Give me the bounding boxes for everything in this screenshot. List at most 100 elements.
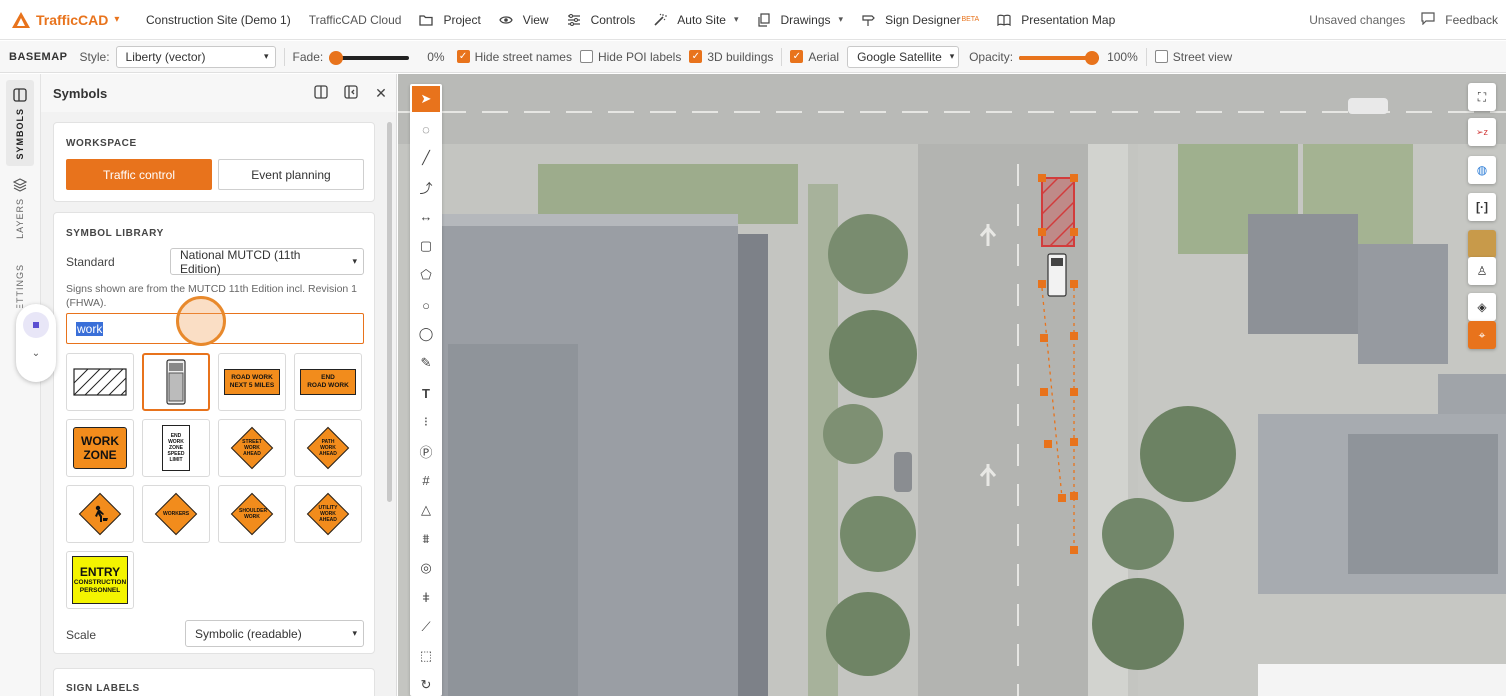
aerial-checkbox[interactable]: ✓ Aerial: [790, 50, 839, 64]
globe-icon[interactable]: ◍: [1468, 156, 1496, 184]
sign-icon: [861, 13, 875, 27]
menu-drawings[interactable]: Drawings ▾: [748, 0, 853, 40]
symbol-tile-shoulder-work[interactable]: SHOULDER WORK: [218, 485, 286, 543]
line-tool-icon[interactable]: ╱: [412, 145, 440, 171]
target-tool-icon[interactable]: ◎: [412, 555, 440, 581]
symbol-tile-entry-construction[interactable]: ENTRY CONSTRUCTION PERSONNEL: [66, 551, 134, 609]
pencil-tool-icon[interactable]: ✎: [412, 350, 440, 376]
symbol-tile-work-vehicle[interactable]: [142, 353, 210, 411]
symbol-tile-path-work-ahead[interactable]: PATH WORK AHEAD: [294, 419, 362, 477]
lasso-tool-icon[interactable]: ◌: [412, 116, 440, 142]
dimension-tool-icon[interactable]: ↔: [412, 203, 440, 229]
menu-presentation-map[interactable]: Presentation Map: [988, 0, 1124, 40]
entry-construction-sign: ENTRY CONSTRUCTION PERSONNEL: [72, 556, 128, 604]
chevron-down-icon: ▾: [264, 51, 269, 61]
symbol-tile-utility-work-ahead[interactable]: UTILITY WORK AHEAD: [294, 485, 362, 543]
aerial-source-select[interactable]: Google Satellite ▾: [847, 45, 960, 68]
measure-tool-icon[interactable]: ⟋: [412, 614, 440, 640]
collapse-panel-icon[interactable]: [336, 84, 366, 102]
feedback-button[interactable]: Feedback: [1421, 11, 1498, 28]
street-view-checkbox[interactable]: Street view: [1154, 50, 1232, 64]
polygon-tool-icon[interactable]: ⬠: [412, 262, 440, 288]
symbol-tile-end-road-work[interactable]: END ROAD WORK: [294, 353, 362, 411]
fullscreen-icon[interactable]: ⛶: [1468, 83, 1496, 111]
hatched-area-icon: [73, 368, 127, 396]
opacity-slider-knob[interactable]: [1085, 50, 1100, 65]
workspace-card: WORKSPACE Traffic control Event planning: [53, 122, 375, 202]
ellipse-tool-icon[interactable]: ◯: [412, 321, 440, 347]
bracket-icon[interactable]: [·]: [1468, 193, 1496, 221]
menu-auto-site[interactable]: Auto Site ▾: [644, 0, 747, 40]
text-tool-icon[interactable]: T: [412, 380, 440, 406]
tab-layers[interactable]: LAYERS: [8, 178, 32, 239]
standard-select[interactable]: National MUTCD (11th Edition) ▾: [170, 248, 364, 276]
circle-tool-icon[interactable]: ○: [412, 292, 440, 318]
location-pin-icon[interactable]: ⌖: [1468, 321, 1496, 349]
message-icon: [1421, 11, 1435, 28]
symbol-tile-work-zone[interactable]: WORK ZONE: [66, 419, 134, 477]
tab-settings[interactable]: SETTINGS: [8, 258, 32, 308]
hide-street-names-checkbox[interactable]: ✓ Hide street names: [456, 50, 572, 64]
style-select[interactable]: Liberty (vector) ▾: [115, 45, 276, 68]
end-work-zone-speed-limit-sign: END WORK ZONE SPEED LIMIT: [162, 425, 190, 471]
sign-labels-card: SIGN LABELS: [53, 668, 375, 696]
menu-project[interactable]: Project: [410, 0, 489, 40]
aerial-thumbnail-icon[interactable]: [1468, 230, 1496, 258]
opacity-slider[interactable]: [1019, 50, 1100, 65]
workspace-heading: WORKSPACE: [66, 138, 137, 149]
street-view-pegman-icon[interactable]: ♙: [1468, 257, 1496, 285]
node-edit-tool-icon[interactable]: △: [412, 497, 440, 523]
symbol-tile-worker-symbol[interactable]: [66, 485, 134, 543]
rail-tool-icon[interactable]: ǂ: [412, 584, 440, 610]
cloud-link[interactable]: TrafficCAD Cloud: [300, 0, 411, 40]
standard-label: Standard: [66, 255, 115, 269]
folder-icon: [419, 13, 434, 27]
symbol-tile-street-work-ahead[interactable]: STREET WORK AHEAD: [218, 419, 286, 477]
opacity-value: 100%: [1107, 49, 1138, 64]
menu-view[interactable]: View: [490, 0, 558, 40]
map-canvas[interactable]: [398, 74, 1506, 696]
layers-icon[interactable]: ◈: [1468, 293, 1496, 321]
rectangle-tool-icon[interactable]: ▢: [412, 233, 440, 259]
arc-tool-icon[interactable]: ⤴: [412, 174, 440, 200]
3d-buildings-checkbox[interactable]: ✓ 3D buildings: [689, 50, 773, 64]
fade-slider-knob[interactable]: [329, 50, 344, 65]
rotate-tool-icon[interactable]: ↻: [412, 672, 440, 696]
area-select-tool-icon[interactable]: ⬚: [412, 643, 440, 669]
left-rail: SYMBOLS LAYERS SETTINGS: [0, 74, 41, 696]
click-indicator: [176, 296, 226, 346]
symbol-tile-workers[interactable]: WORKERS: [142, 485, 210, 543]
tab-symbols[interactable]: SYMBOLS: [8, 88, 32, 160]
panel-scrollbar[interactable]: [387, 122, 392, 502]
symbol-tile-road-work-next[interactable]: ROAD WORK NEXT 5 MILES: [218, 353, 286, 411]
beta-badge: BETA: [961, 16, 980, 23]
chevron-down-icon[interactable]: ⌄: [32, 348, 40, 359]
symbol-tile-end-work-zone-speed[interactable]: END WORK ZONE SPEED LIMIT: [142, 419, 210, 477]
app-brand-menu[interactable]: TrafficCAD ▾: [0, 11, 136, 28]
menu-controls[interactable]: Controls: [558, 0, 645, 40]
fade-value: 0%: [427, 49, 445, 64]
fade-slider[interactable]: [329, 50, 410, 65]
bracket-tool-icon[interactable]: ⁝: [412, 409, 440, 435]
status-dot-icon[interactable]: [23, 312, 49, 338]
select-tool-cursor-icon[interactable]: ➤: [412, 86, 440, 112]
hide-poi-labels-checkbox[interactable]: Hide POI labels: [579, 50, 681, 64]
event-planning-button[interactable]: Event planning: [218, 159, 364, 190]
chevron-down-icon: ▾: [352, 628, 357, 638]
menu-sign-designer[interactable]: Sign Designer BETA: [852, 0, 988, 40]
barrier-tool-icon[interactable]: ⩩: [412, 526, 440, 552]
traffic-control-button[interactable]: Traffic control: [66, 159, 212, 190]
symbol-tile-hatched-area[interactable]: [66, 353, 134, 411]
floating-stepper[interactable]: ⌄: [16, 304, 56, 382]
worker-icon: [95, 505, 108, 522]
project-name[interactable]: Construction Site (Demo 1): [136, 0, 300, 40]
split-view-icon[interactable]: [306, 84, 336, 102]
trafficcad-logo-icon: [12, 11, 30, 28]
parking-tool-icon[interactable]: Ⓟ: [412, 438, 440, 464]
close-icon[interactable]: ✕: [366, 85, 396, 102]
compass-icon[interactable]: ➢z: [1468, 118, 1496, 146]
chevron-down-icon: ▾: [114, 14, 120, 25]
style-label: Style:: [79, 49, 110, 64]
scale-select[interactable]: Symbolic (readable) ▾: [185, 620, 364, 647]
crosswalk-tool-icon[interactable]: #: [412, 467, 440, 493]
